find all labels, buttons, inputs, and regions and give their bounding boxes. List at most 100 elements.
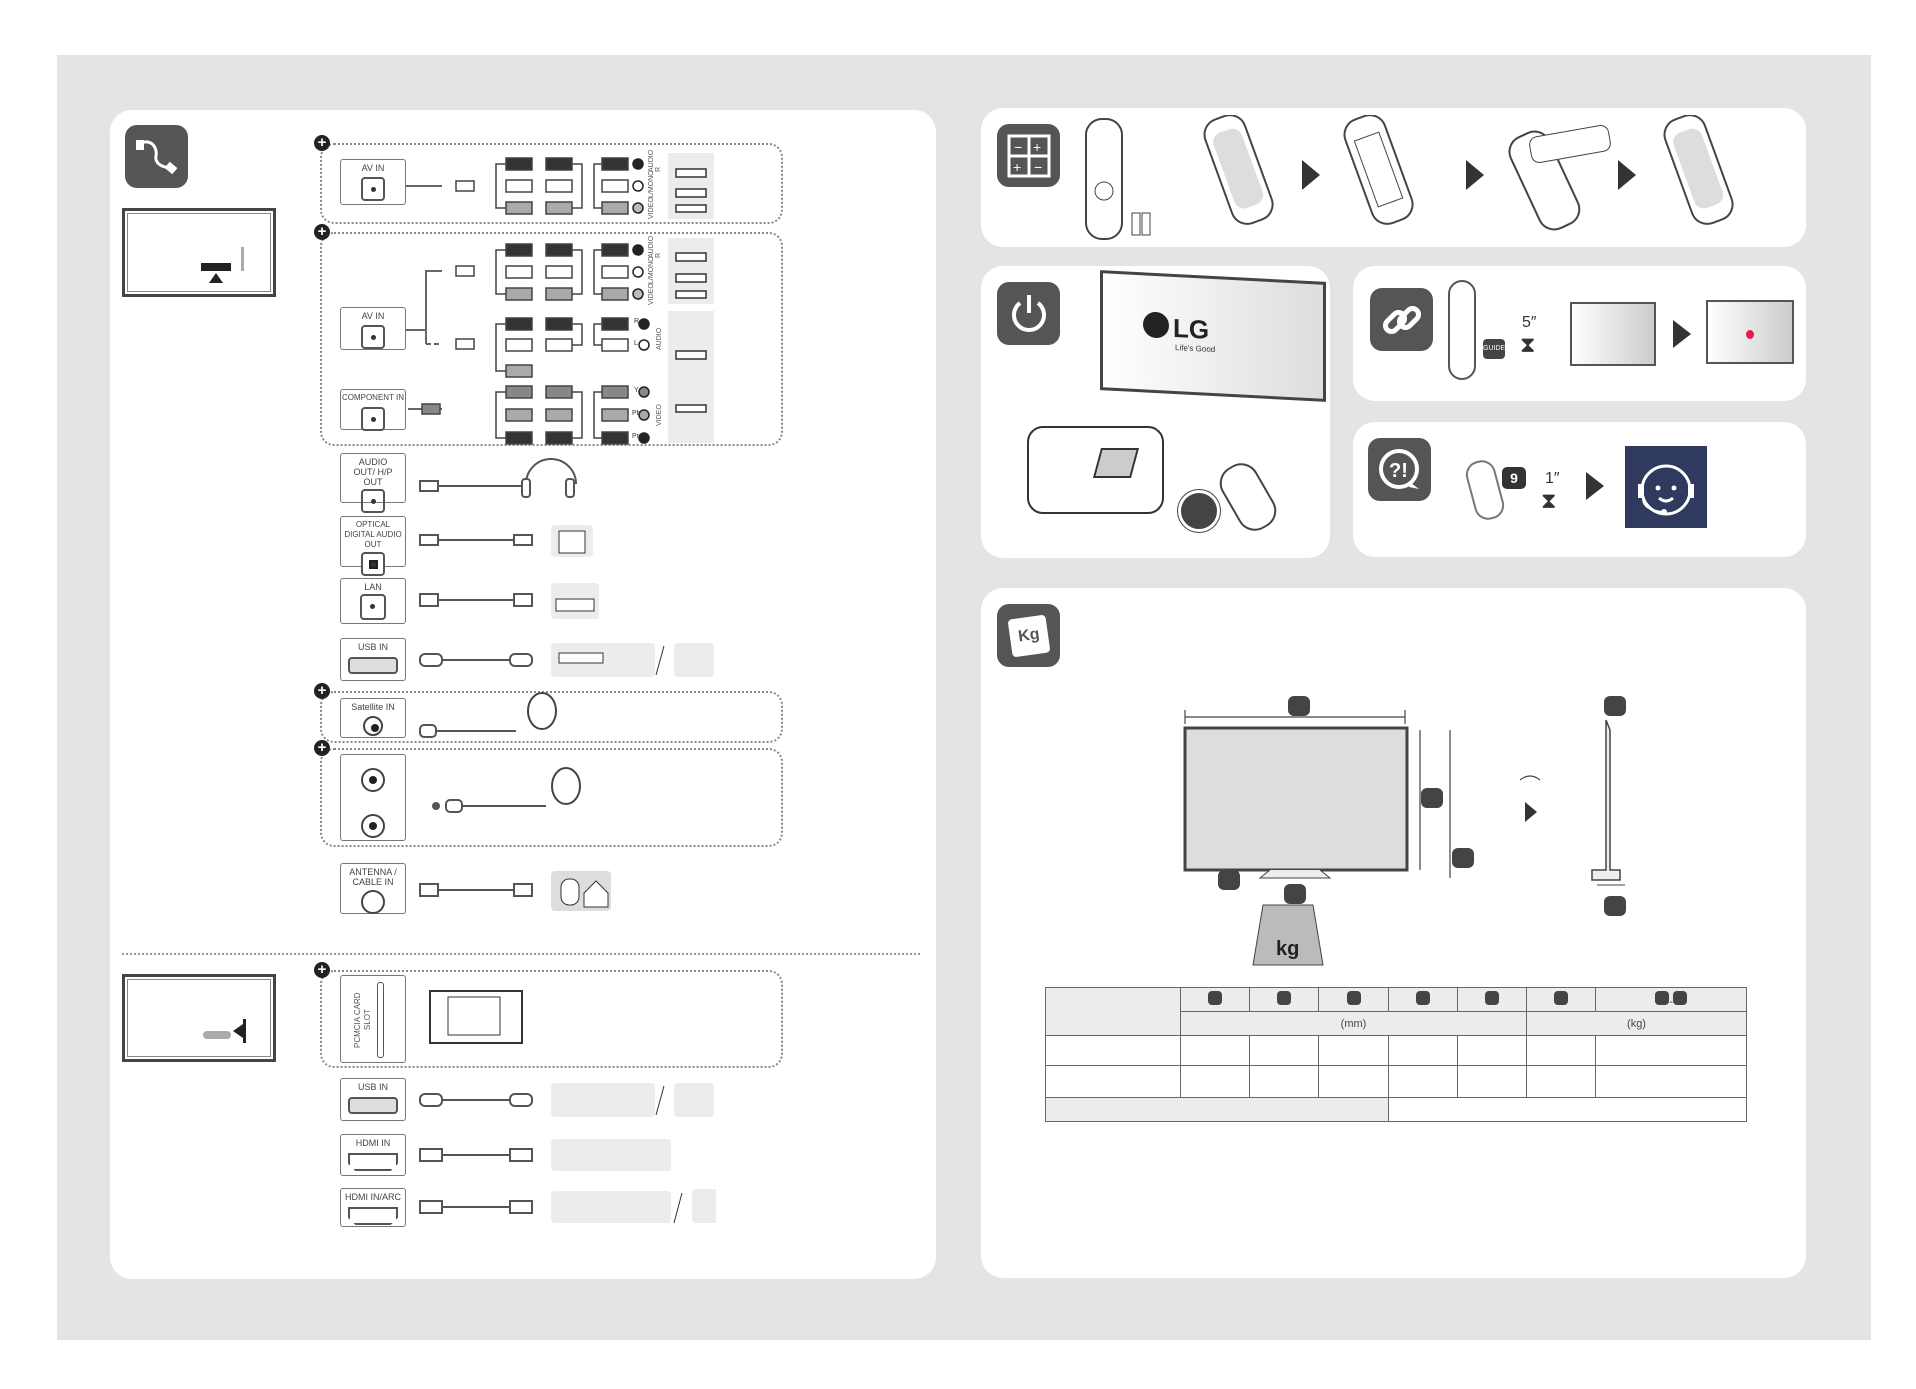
plus-icon: + — [314, 740, 330, 756]
cable-diagrams — [419, 458, 716, 1224]
svg-text:−: − — [1034, 159, 1042, 175]
dimension-badge-stand — [1218, 870, 1240, 890]
port-audio-out: AUDIO OUT/ H/P OUT — [340, 453, 406, 513]
port-label: HDMI IN/ARC — [345, 1192, 401, 1202]
svg-text:+: + — [1013, 159, 1021, 175]
dimension-badge-stand-depth — [1604, 896, 1626, 916]
port-label: USB IN — [357, 1082, 388, 1092]
svg-text:?!: ?! — [1389, 460, 1408, 482]
cable-icon — [125, 125, 188, 188]
port-label: AV IN — [361, 311, 385, 321]
number-9-button-callout: 9 — [1502, 467, 1526, 489]
plus-icon: + — [314, 135, 330, 151]
jack-label: L/MONO — [648, 256, 655, 284]
col-badge — [1526, 987, 1597, 1012]
jack-label: L — [634, 340, 638, 347]
port-hdmi-arc: HDMI IN/ARC — [340, 1188, 406, 1227]
port-lan: LAN — [340, 578, 406, 624]
arrow-up-icon — [209, 273, 223, 283]
tv-screen-before — [1570, 302, 1656, 366]
port-satellite-in: Satellite IN — [340, 698, 406, 738]
tv-rear-diagram-top — [122, 208, 276, 297]
tv-rear-diagram-bottom — [122, 974, 276, 1062]
ethernet-jack-icon — [360, 594, 386, 620]
port-usb-in-2: USB IN — [340, 1078, 406, 1121]
arrow-left-icon — [233, 1024, 243, 1038]
tv-front-illustration: LG Life's Good — [1100, 270, 1326, 402]
tv-screen-after — [1706, 300, 1794, 364]
battery-icon: − + + − — [997, 124, 1060, 187]
port-label: COMPONENT IN — [341, 393, 405, 402]
port-antenna: ANTENNA / CABLE IN — [340, 863, 406, 914]
hourglass-icon: ⧗ — [1520, 332, 1536, 357]
port-label: ANTENNA / CABLE IN — [349, 867, 397, 887]
port-label: LAN — [364, 582, 382, 592]
port-label: USB IN — [357, 642, 388, 652]
section-divider — [122, 953, 920, 955]
lg-slogan: Life's Good — [1175, 343, 1216, 355]
battery-install-steps — [1085, 115, 1734, 240]
jack-label: VIDEO — [648, 283, 655, 305]
hourglass-icon: ⧗ — [1541, 488, 1557, 513]
hold-duration: 1″ — [1545, 470, 1560, 487]
dimensions-table: - (mm) (kg) — [1045, 987, 1748, 1122]
port-area-marker — [201, 263, 231, 271]
power-button-closeup — [1027, 426, 1164, 514]
dimension-badge-height — [1421, 788, 1443, 808]
arrow-right-icon — [1673, 320, 1691, 348]
lg-logo-mark — [1143, 311, 1169, 339]
port-usb-in: USB IN — [340, 638, 406, 681]
magic-remote-illustration — [1448, 280, 1476, 380]
weight-dimensions-icon: Kg — [997, 604, 1060, 667]
plus-icon: + — [314, 224, 330, 240]
dimension-badge-height-stand — [1452, 848, 1474, 868]
port-hdmi-in: HDMI IN — [340, 1134, 406, 1176]
scale-kg-label: kg — [1276, 938, 1300, 960]
pointer-icon — [1746, 330, 1754, 339]
jack-label: L/MONO — [648, 170, 655, 198]
tv-dimensions-diagram — [1183, 710, 1625, 966]
port-label: HDMI IN — [355, 1138, 391, 1148]
lg-logo-text: LG — [1173, 312, 1210, 345]
col-badge — [1179, 987, 1251, 1012]
port-label: OPTICAL DIGITAL AUDIO OUT — [344, 520, 402, 549]
dimension-badge-width — [1288, 696, 1310, 716]
remote-power-button-icon — [1178, 490, 1220, 532]
svg-text:−: − — [1014, 139, 1022, 155]
port-label: PCMCIA CARD SLOT — [353, 992, 372, 1048]
port-label: Satellite IN — [351, 702, 395, 712]
port-optical: OPTICAL DIGITAL AUDIO OUT — [340, 516, 406, 576]
question-exclamation-icon: ?! — [1368, 438, 1431, 501]
dimension-badge-weight — [1284, 884, 1306, 904]
power-icon — [997, 282, 1060, 345]
jack-label: AUDIO R — [648, 149, 662, 172]
arrow-right-icon — [1586, 472, 1604, 500]
unit-kg: (kg) — [1526, 1011, 1747, 1036]
port-component-in: COMPONENT IN — [340, 389, 406, 431]
jack-label: R — [634, 318, 640, 325]
jack-label: AUDIO R — [648, 235, 662, 258]
svg-text:+: + — [1033, 139, 1041, 155]
port-pcmcia: PCMCIA CARD SLOT — [340, 975, 406, 1063]
col-badge — [1387, 987, 1458, 1012]
model-header-cell — [1045, 987, 1181, 1036]
jack-label: Y — [634, 387, 639, 394]
port-label: AUDIO OUT/ H/P OUT — [353, 457, 393, 487]
link-icon — [1370, 288, 1433, 351]
jack-label: Pb — [632, 410, 641, 417]
hold-duration: 5″ — [1522, 314, 1537, 331]
jack-label: AUDIO — [656, 327, 663, 350]
av-cable-diagram — [406, 153, 714, 445]
dimension-badge-depth — [1604, 696, 1626, 716]
col-badge — [1456, 987, 1528, 1012]
icon-kg-text: Kg — [1007, 614, 1050, 657]
plus-icon: + — [314, 962, 330, 978]
jack-label: VIDEO — [648, 197, 655, 219]
col-badge — [1249, 987, 1320, 1012]
col-badge-range: - — [1595, 987, 1747, 1012]
port-label: AV IN — [361, 163, 385, 173]
port-av-in: AV IN — [340, 159, 406, 205]
col-badge — [1318, 987, 1389, 1012]
unit-mm: (mm) — [1179, 1011, 1528, 1036]
plus-icon: + — [314, 683, 330, 699]
